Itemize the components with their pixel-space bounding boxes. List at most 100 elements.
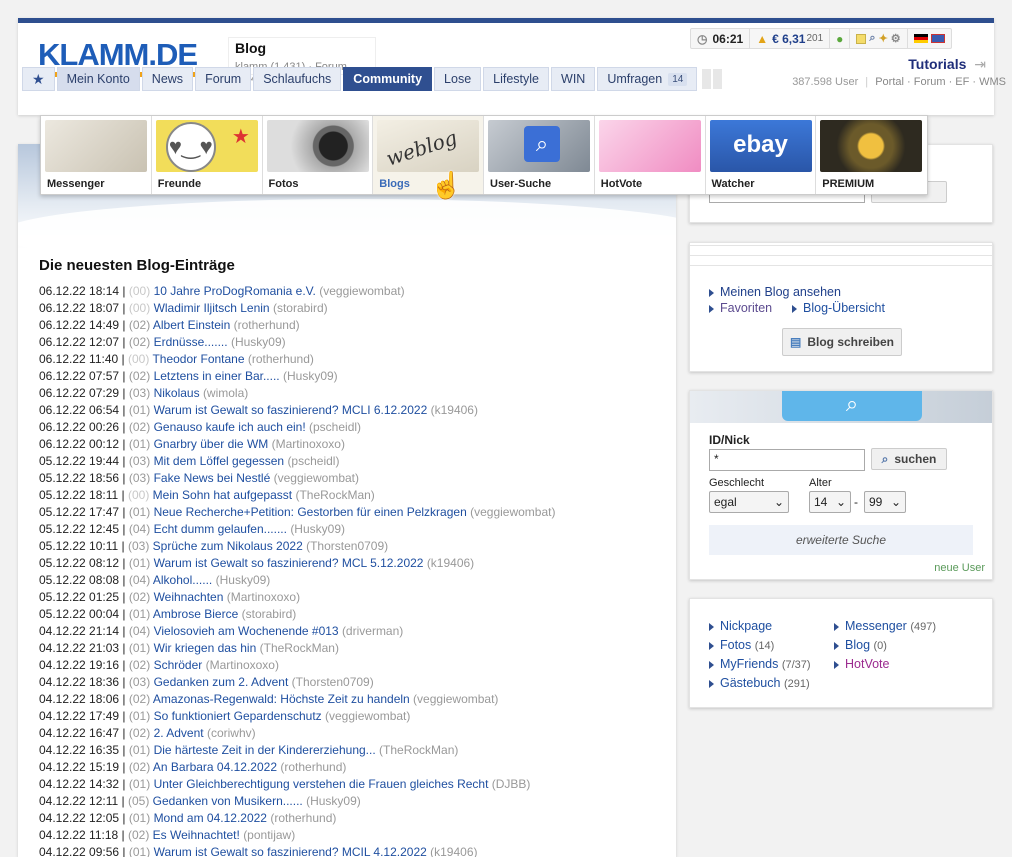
idnick-input[interactable]: *: [709, 449, 865, 471]
search-icon[interactable]: ⌕: [869, 32, 875, 45]
entry-title-link[interactable]: An Barbara 04.12.2022: [153, 760, 277, 774]
balance[interactable]: ▲ € 6,31 201: [750, 29, 831, 48]
entry-title-link[interactable]: Albert Einstein: [153, 318, 230, 332]
tab-mein-konto[interactable]: Mein Konto: [56, 67, 140, 91]
submenu-freunde[interactable]: ♥‿♥ ★ Freunde: [152, 116, 263, 194]
favorites-link[interactable]: Favoriten: [709, 301, 772, 320]
entry-author[interactable]: (veggiewombat): [325, 709, 410, 723]
entry-title-link[interactable]: Genauso kaufe ich auch ein!: [154, 420, 306, 434]
gender-select[interactable]: egal ⌄: [709, 491, 789, 513]
entry-author[interactable]: (driverman): [342, 624, 403, 638]
entry-title-link[interactable]: 10 Jahre ProDogRomania e.V.: [154, 284, 316, 298]
entry-title-link[interactable]: Mit dem Löffel gegessen: [154, 454, 285, 468]
quicklink-blog[interactable]: Blog (0): [834, 638, 936, 657]
entry-author[interactable]: (veggiewombat): [319, 284, 404, 298]
entry-title-link[interactable]: Unter Gleichberechtigung verstehen die F…: [154, 777, 489, 791]
entry-title-link[interactable]: Sprüche zum Nikolaus 2022: [153, 539, 303, 553]
tab-lifestyle[interactable]: Lifestyle: [483, 67, 550, 91]
tab-win[interactable]: WIN: [551, 67, 596, 91]
entry-title-link[interactable]: Erdnüsse.......: [154, 335, 228, 349]
entry-title-link[interactable]: Wir kriegen das hin: [154, 641, 257, 655]
entry-author[interactable]: (pontijaw): [243, 828, 295, 842]
entry-author[interactable]: (rotherhund): [280, 760, 346, 774]
tab-umfragen[interactable]: Umfragen 14: [597, 67, 698, 91]
quicklink-nickpage[interactable]: Nickpage: [709, 619, 811, 638]
entry-title-link[interactable]: Fake News bei Nestlé: [154, 471, 271, 485]
entry-author[interactable]: (wimola): [203, 386, 248, 400]
write-blog-button[interactable]: ▤ Blog schreiben: [782, 328, 902, 356]
quicklink-gästebuch[interactable]: Gästebuch (291): [709, 676, 811, 695]
entry-author[interactable]: (Martinoxoxo): [227, 590, 300, 604]
entry-author[interactable]: (pscheidl): [287, 454, 339, 468]
entry-author[interactable]: (Husky09): [306, 794, 361, 808]
entry-title-link[interactable]: Gedanken zum 2. Advent: [154, 675, 289, 689]
entry-title-link[interactable]: Warum ist Gewalt so faszinierend? MCIL 4…: [154, 845, 427, 857]
entry-author[interactable]: (Husky09): [290, 522, 345, 536]
age-to-select[interactable]: 99 ⌄: [864, 491, 906, 513]
entry-author[interactable]: (coriwhv): [207, 726, 256, 740]
entry-title-link[interactable]: Neue Recherche+Petition: Gestorben für e…: [154, 505, 467, 519]
entry-title-link[interactable]: Mein Sohn hat aufgepasst: [153, 488, 292, 502]
entry-title-link[interactable]: Warum ist Gewalt so faszinierend? MCLI 6…: [154, 403, 428, 417]
submenu-messenger[interactable]: Messenger: [41, 116, 152, 194]
submenu-fotos[interactable]: Fotos: [263, 116, 374, 194]
entry-title-link[interactable]: Echt dumm gelaufen.......: [154, 522, 287, 536]
entry-author[interactable]: (rotherhund): [248, 352, 314, 366]
key-icon[interactable]: ✦: [879, 32, 888, 45]
submenu-watcher[interactable]: ebay Watcher: [706, 116, 817, 194]
user-status[interactable]: ●: [830, 29, 851, 48]
entry-title-link[interactable]: Mond am 04.12.2022: [154, 811, 267, 825]
flag-de-icon[interactable]: [913, 34, 928, 43]
entry-author[interactable]: (TheRockMan): [260, 641, 339, 655]
submenu-premium[interactable]: PREMIUM: [816, 116, 927, 194]
submenu-hotvote[interactable]: HotVote: [595, 116, 706, 194]
entry-author[interactable]: (Martinoxoxo): [206, 658, 279, 672]
note-icon[interactable]: [856, 33, 867, 44]
search-button[interactable]: ⌕ suchen: [871, 448, 947, 470]
tab-community[interactable]: Community: [343, 67, 433, 91]
age-from-select[interactable]: 14 ⌄: [809, 491, 851, 513]
entry-title-link[interactable]: Es Weihnachtet!: [153, 828, 240, 842]
submenu-user-suche[interactable]: ⌕ User-Suche: [484, 116, 595, 194]
entry-title-link[interactable]: Schröder: [154, 658, 203, 672]
entry-title-link[interactable]: Gnarbry über die WM: [154, 437, 269, 451]
entry-author[interactable]: (k19406): [431, 403, 478, 417]
entry-title-link[interactable]: Warum ist Gewalt so faszinierend? MCL 5.…: [154, 556, 424, 570]
entry-title-link[interactable]: 2. Advent: [154, 726, 204, 740]
entry-author[interactable]: (rotherhund): [270, 811, 336, 825]
entry-author[interactable]: (pscheidl): [309, 420, 361, 434]
quicklink-hotvote[interactable]: HotVote: [834, 657, 936, 676]
entry-title-link[interactable]: So funktioniert Gepardenschutz: [154, 709, 322, 723]
entry-author[interactable]: (storabird): [273, 301, 328, 315]
new-users-link[interactable]: neue User: [934, 562, 985, 574]
entry-author[interactable]: (veggiewombat): [470, 505, 555, 519]
portal-links[interactable]: Portal · Forum · EF · WMS: [875, 76, 1006, 88]
entry-title-link[interactable]: Wladimir Iljitsch Lenin: [154, 301, 270, 315]
tab-forum[interactable]: Forum: [195, 67, 252, 91]
entry-author[interactable]: (veggiewombat): [413, 692, 498, 706]
entry-title-link[interactable]: Gedanken von Musikern......: [153, 794, 303, 808]
entry-title-link[interactable]: Alkohol......: [153, 573, 212, 587]
entry-author[interactable]: (k19406): [430, 845, 477, 857]
tab-lose[interactable]: Lose: [434, 67, 482, 91]
flag-en-icon[interactable]: [930, 34, 945, 43]
tab-news[interactable]: News: [141, 67, 194, 91]
entry-author[interactable]: (Husky09): [231, 335, 286, 349]
entry-author[interactable]: (Martinoxoxo): [272, 437, 345, 451]
entry-title-link[interactable]: Die härteste Zeit in der Kindererziehung…: [154, 743, 376, 757]
entry-author[interactable]: (TheRockMan): [379, 743, 458, 757]
entry-author[interactable]: (veggiewombat): [274, 471, 359, 485]
entry-author[interactable]: (Thorsten0709): [306, 539, 388, 553]
entry-author[interactable]: (DJBB): [492, 777, 531, 791]
tutorials-link[interactable]: Tutorials ⇥: [908, 56, 986, 73]
entry-author[interactable]: (rotherhund): [234, 318, 300, 332]
entry-title-link[interactable]: Amazonas-Regenwald: Höchste Zeit zu hand…: [153, 692, 410, 706]
advanced-search-link[interactable]: erweiterte Suche: [709, 525, 973, 555]
grid-icon[interactable]: [702, 69, 723, 89]
entry-author[interactable]: (TheRockMan): [295, 488, 374, 502]
entry-title-link[interactable]: Theodor Fontane: [152, 352, 244, 366]
entry-author[interactable]: (k19406): [427, 556, 474, 570]
quicklink-myfriends[interactable]: MyFriends (7/37): [709, 657, 811, 676]
quicklink-messenger[interactable]: Messenger (497): [834, 619, 936, 638]
submenu-blogs[interactable]: weblog Blogs: [373, 116, 484, 194]
